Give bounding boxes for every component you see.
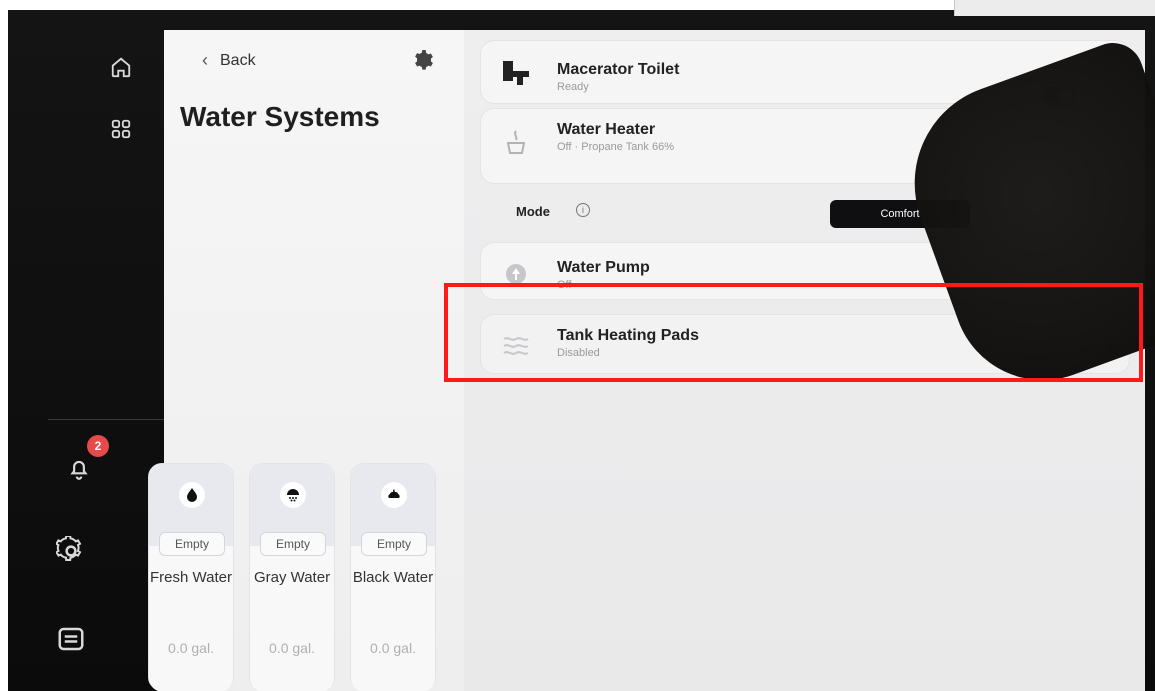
left-panel: ‹ Back Water Systems Empty Fresh Water 0… — [148, 30, 464, 691]
panel-icon[interactable] — [56, 624, 86, 654]
home-icon[interactable] — [110, 56, 132, 78]
tank-card-bottom — [149, 546, 233, 691]
bell-icon[interactable] — [66, 456, 92, 482]
system-status: Ready — [557, 81, 589, 93]
back-button[interactable]: ‹ Back — [202, 50, 256, 71]
tank-name: Gray Water — [253, 569, 331, 586]
waste-icon — [381, 482, 407, 508]
tank-status: Empty — [260, 532, 326, 556]
drop-icon — [179, 482, 205, 508]
tank-card-bottom — [351, 546, 435, 691]
tank-status: Empty — [361, 532, 427, 556]
top-edge-strip — [954, 0, 1155, 16]
gear-icon[interactable] — [55, 534, 86, 566]
tank-name: Fresh Water — [150, 569, 232, 586]
system-title: Macerator Toilet — [557, 61, 680, 78]
tank-card-gray[interactable]: Empty Gray Water 0.0 gal. — [249, 463, 335, 691]
tank-card-fresh[interactable]: Empty Fresh Water 0.0 gal. — [148, 463, 234, 691]
page-title: Water Systems — [180, 101, 380, 132]
notifications-badge: 2 — [87, 435, 109, 457]
back-label: Back — [220, 51, 256, 69]
toilet-icon — [501, 57, 531, 87]
mode-label: Mode — [516, 204, 550, 219]
tank-gallons: 0.0 gal. — [168, 640, 214, 656]
tank-gallons: 0.0 gal. — [269, 640, 315, 656]
system-title: Water Heater — [557, 121, 656, 138]
tank-card-bottom — [250, 546, 334, 691]
rail-divider — [48, 419, 168, 420]
system-title: Water Pump — [557, 259, 650, 276]
tank-name: Black Water — [352, 569, 434, 586]
heater-icon — [501, 127, 531, 157]
system-status: Off · Propane Tank 66% — [557, 141, 674, 153]
tank-card-black[interactable]: Empty Black Water 0.0 gal. — [350, 463, 436, 691]
shower-icon — [280, 482, 306, 508]
grid-icon[interactable] — [110, 118, 132, 140]
highlight-box — [444, 283, 1143, 382]
settings-gear-button[interactable] — [412, 48, 436, 72]
side-rail: 2 — [8, 10, 168, 691]
notifications-count: 2 — [94, 439, 102, 453]
tank-status: Empty — [159, 532, 225, 556]
info-icon[interactable]: i — [576, 203, 590, 217]
chevron-left-icon: ‹ — [202, 50, 208, 70]
tank-gallons: 0.0 gal. — [370, 640, 416, 656]
